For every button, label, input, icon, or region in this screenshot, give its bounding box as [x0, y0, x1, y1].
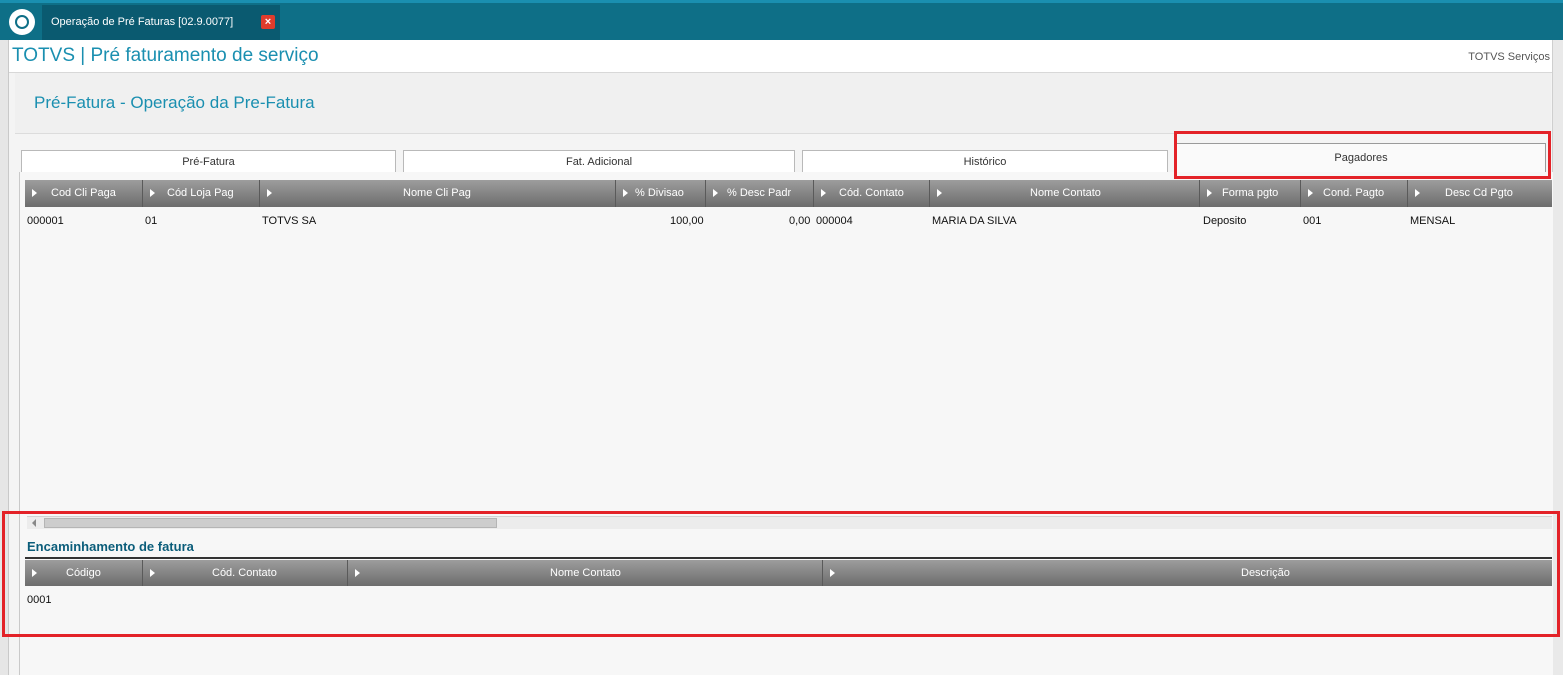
totvs-logo-icon[interactable]: [9, 9, 35, 35]
cell-cod-contato: 000004: [816, 215, 853, 227]
triangle-right-icon: [1308, 189, 1313, 197]
col-divisao[interactable]: % Divisao: [616, 180, 706, 207]
col-cod-contato[interactable]: Cód. Contato: [814, 180, 930, 207]
window-bar: Operação de Pré Faturas [02.9.0077] ×: [0, 0, 1563, 40]
triangle-right-icon: [32, 189, 37, 197]
cell-nome-cli-pag: TOTVS SA: [262, 215, 317, 227]
window-tab-title: Operação de Pré Faturas [02.9.0077]: [51, 16, 234, 28]
panel-title: Pré-Fatura - Operação da Pre-Fatura: [34, 93, 315, 112]
col-cod-cli-paga[interactable]: Cod Cli Paga: [25, 180, 143, 207]
cell-nome-contato: MARIA DA SILVA: [932, 215, 1017, 227]
product-name: TOTVS Serviços: [1468, 51, 1550, 63]
panel-header: Pré-Fatura - Operação da Pre-Fatura: [15, 73, 1551, 134]
triangle-right-icon: [713, 189, 718, 197]
triangle-right-icon: [1207, 189, 1212, 197]
col-nome-cli-pag[interactable]: Nome Cli Pag: [260, 180, 616, 207]
pagadores-grid-header: Cod Cli Paga Cód Loja Pag Nome Cli Pag %…: [25, 180, 1552, 207]
highlight-encaminhamento: [2, 511, 1560, 637]
cell-cod-cli-paga: 000001: [27, 215, 64, 227]
window-tab[interactable]: Operação de Pré Faturas [02.9.0077] ×: [42, 5, 280, 40]
triangle-right-icon: [623, 189, 628, 197]
col-cod-loja-pag[interactable]: Cód Loja Pag: [143, 180, 260, 207]
col-desc-padr[interactable]: % Desc Padr: [706, 180, 814, 207]
triangle-right-icon: [821, 189, 826, 197]
triangle-right-icon: [1415, 189, 1420, 197]
cell-desc-cd-pgto: MENSAL: [1410, 215, 1456, 227]
close-icon[interactable]: ×: [261, 15, 275, 29]
cell-cond-pagto: 001: [1303, 215, 1322, 227]
triangle-right-icon: [150, 189, 155, 197]
col-nome-contato[interactable]: Nome Contato: [930, 180, 1200, 207]
tab-historico[interactable]: Histórico: [802, 150, 1168, 172]
tab-pre-fatura[interactable]: Pré-Fatura: [21, 150, 396, 172]
col-forma-pgto[interactable]: Forma pgto: [1200, 180, 1301, 207]
tab-fat-adicional[interactable]: Fat. Adicional: [403, 150, 795, 172]
col-cond-pagto[interactable]: Cond. Pagto: [1301, 180, 1408, 207]
cell-forma-pgto: Deposito: [1203, 215, 1247, 227]
triangle-right-icon: [937, 189, 942, 197]
col-desc-cd-pgto[interactable]: Desc Cd Pgto: [1408, 180, 1552, 207]
cell-cod-loja-pag: 01: [145, 215, 158, 227]
app-title: TOTVS | Pré faturamento de serviço: [12, 45, 319, 66]
cell-desc-padr: 0,00: [789, 215, 811, 227]
triangle-right-icon: [267, 189, 272, 197]
app-header: TOTVS | Pré faturamento de serviço TOTVS…: [9, 40, 1554, 73]
cell-divisao: 100,00: [670, 215, 704, 227]
highlight-pagadores-tab: [1174, 131, 1551, 179]
